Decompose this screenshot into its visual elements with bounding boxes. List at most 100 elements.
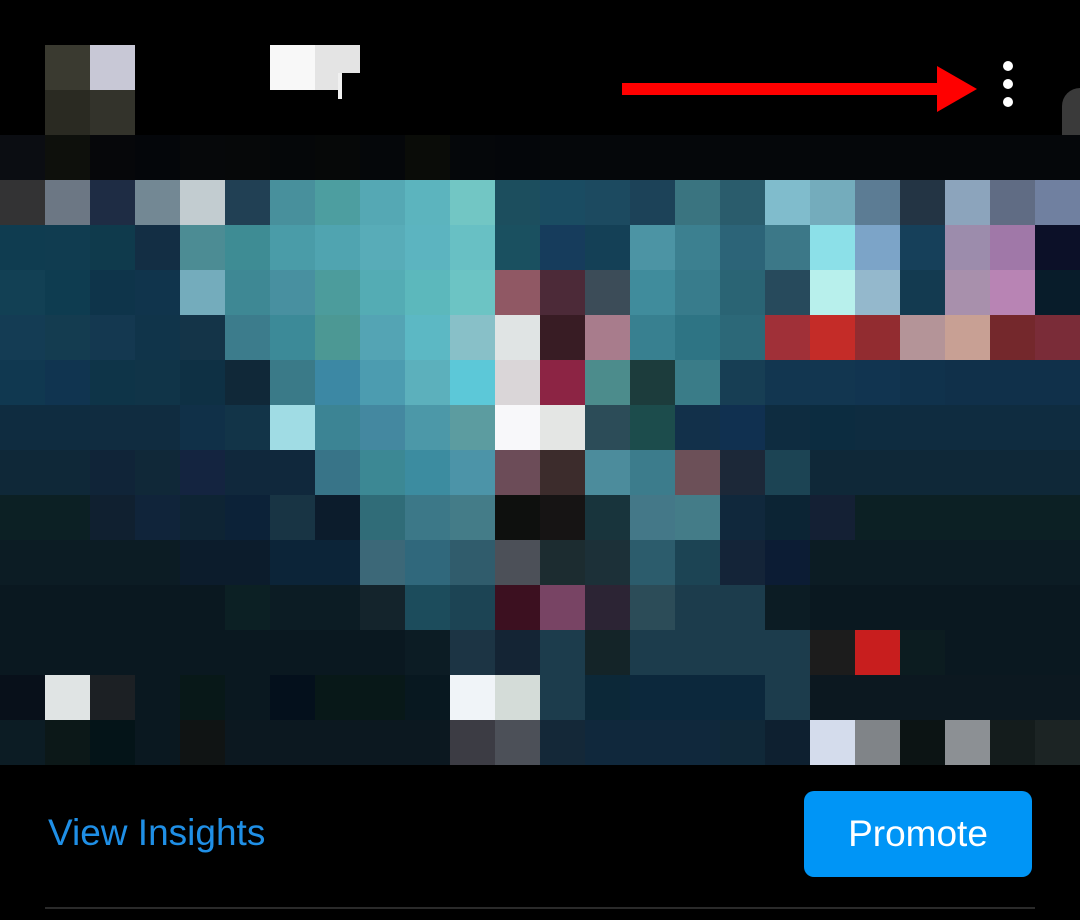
media-pixel <box>585 135 630 180</box>
media-pixel <box>135 585 180 630</box>
media-pixel <box>630 270 675 315</box>
media-pixel <box>990 270 1035 315</box>
media-pixel <box>45 270 90 315</box>
avatar[interactable] <box>45 45 135 135</box>
media-pixel <box>1035 135 1080 180</box>
media-pixel <box>900 495 945 540</box>
media-pixel <box>45 360 90 405</box>
media-pixel <box>270 135 315 180</box>
media-pixel <box>0 585 45 630</box>
media-pixel <box>450 180 495 225</box>
more-options-button[interactable] <box>988 56 1028 116</box>
media-pixel <box>360 540 405 585</box>
post-media-pixelated[interactable] <box>0 180 1080 765</box>
media-pixel <box>765 405 810 450</box>
media-pixel <box>0 450 45 495</box>
media-pixel <box>630 540 675 585</box>
media-pixel <box>720 675 765 720</box>
media-pixel <box>990 675 1035 720</box>
media-pixel <box>900 405 945 450</box>
media-pixel <box>45 675 90 720</box>
view-insights-link[interactable]: View Insights <box>48 812 265 854</box>
media-pixel <box>450 405 495 450</box>
media-pixel <box>495 180 540 225</box>
media-pixel <box>585 225 630 270</box>
media-pixel <box>495 405 540 450</box>
media-pixel <box>405 180 450 225</box>
media-pixel <box>945 630 990 675</box>
media-pixel <box>990 495 1035 540</box>
media-pixel <box>135 675 180 720</box>
media-pixel <box>810 675 855 720</box>
media-pixel <box>990 135 1035 180</box>
media-pixel <box>270 495 315 540</box>
media-pixel <box>135 630 180 675</box>
media-pixel <box>270 315 315 360</box>
media-pixel <box>765 675 810 720</box>
media-pixel <box>180 135 225 180</box>
media-pixel <box>855 540 900 585</box>
media-pixel <box>315 540 360 585</box>
username-pixel <box>315 73 339 90</box>
media-pixel <box>180 540 225 585</box>
username-pixel <box>315 45 360 73</box>
media-pixel <box>900 135 945 180</box>
media-pixel <box>135 450 180 495</box>
media-pixel <box>0 720 45 765</box>
media-pixel <box>225 450 270 495</box>
media-pixel <box>0 315 45 360</box>
media-pixel <box>225 180 270 225</box>
media-pixel <box>495 360 540 405</box>
media-pixel <box>90 180 135 225</box>
media-pixel <box>540 225 585 270</box>
media-pixel <box>675 675 720 720</box>
media-pixel <box>540 180 585 225</box>
media-pixel <box>765 135 810 180</box>
media-pixel <box>675 225 720 270</box>
media-pixel <box>405 720 450 765</box>
media-pixel <box>765 720 810 765</box>
media-pixel <box>540 405 585 450</box>
promote-button[interactable]: Promote <box>804 791 1032 877</box>
media-pixel <box>45 135 90 180</box>
media-pixel <box>495 630 540 675</box>
media-pixel <box>945 270 990 315</box>
media-pixel <box>450 450 495 495</box>
media-pixel <box>90 225 135 270</box>
media-pixel <box>855 405 900 450</box>
media-pixel <box>225 675 270 720</box>
media-pixel <box>315 675 360 720</box>
media-pixel <box>315 360 360 405</box>
username-pixel <box>270 45 315 90</box>
media-pixel <box>990 180 1035 225</box>
media-pixel <box>810 315 855 360</box>
media-pixel <box>225 270 270 315</box>
media-pixel <box>45 225 90 270</box>
media-pixel <box>1035 270 1080 315</box>
media-pixel <box>360 585 405 630</box>
media-pixel <box>900 540 945 585</box>
media-pixel <box>450 360 495 405</box>
media-pixel <box>135 135 180 180</box>
media-pixel <box>360 450 405 495</box>
media-pixel <box>405 630 450 675</box>
media-pixel <box>765 540 810 585</box>
media-pixel <box>945 585 990 630</box>
media-pixel <box>495 270 540 315</box>
media-pixel <box>360 495 405 540</box>
username-pixelated[interactable] <box>270 45 360 100</box>
media-pixel <box>990 450 1035 495</box>
media-pixel <box>135 405 180 450</box>
media-pixel <box>855 315 900 360</box>
media-pixel <box>135 180 180 225</box>
media-pixel <box>45 585 90 630</box>
media-pixel <box>180 630 225 675</box>
media-pixel <box>855 675 900 720</box>
media-pixel <box>900 630 945 675</box>
media-pixel <box>225 225 270 270</box>
media-pixel <box>675 585 720 630</box>
media-pixel <box>630 585 675 630</box>
media-pixel <box>630 180 675 225</box>
media-pixel <box>945 180 990 225</box>
media-pixel <box>495 540 540 585</box>
